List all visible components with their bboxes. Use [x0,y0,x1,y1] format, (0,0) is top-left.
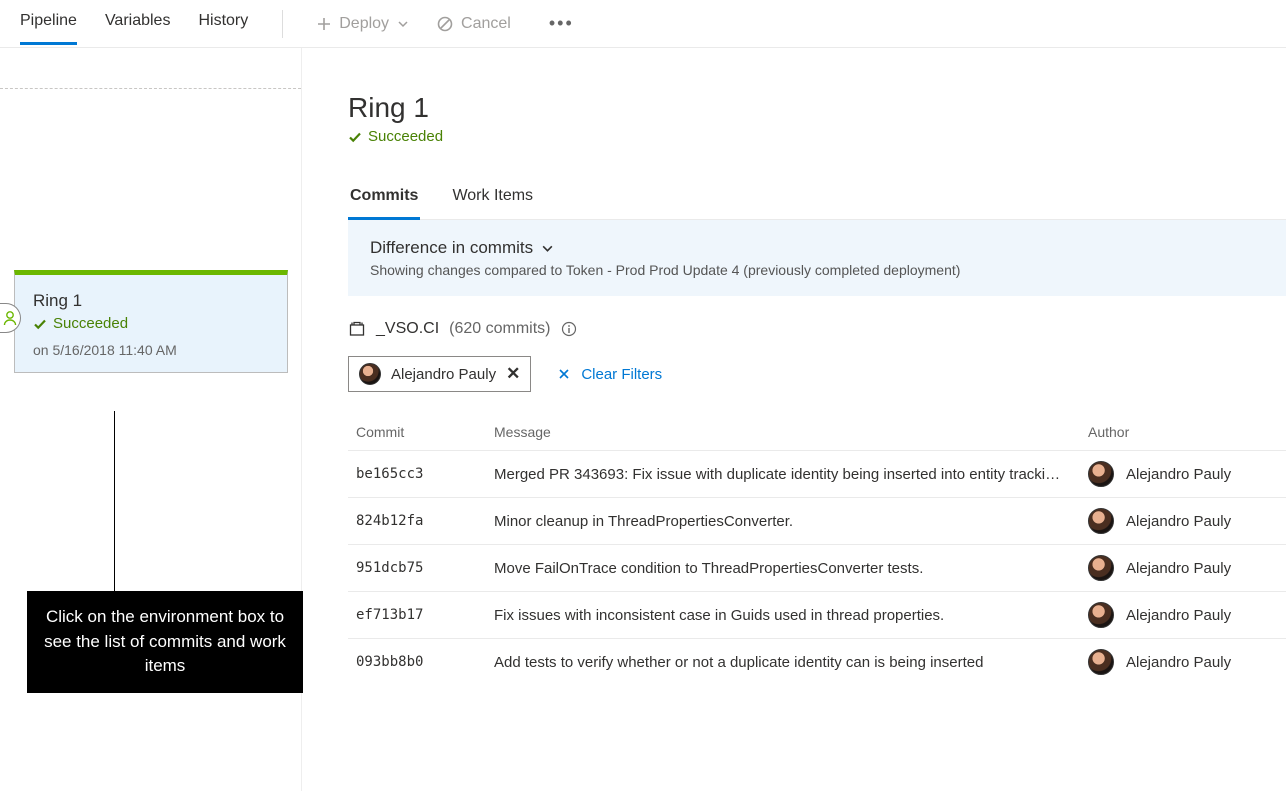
author-filter-chip[interactable]: Alejandro Pauly ✕ [348,356,531,392]
person-icon [3,310,17,326]
commit-author[interactable]: Alejandro Pauly [1088,555,1278,581]
commit-sha[interactable]: 824b12fa [356,513,494,529]
detail-title: Ring 1 [348,92,1286,124]
remove-filter-button[interactable]: ✕ [506,364,520,384]
header-message: Message [494,424,1088,440]
commit-message[interactable]: Merged PR 343693: Fix issue with duplica… [494,466,1088,483]
repo-icon [348,320,366,338]
avatar [1088,602,1114,628]
avatar [1088,649,1114,675]
table-row[interactable]: 093bb8b0Add tests to verify whether or n… [348,638,1286,685]
left-panel: Ring 1 Succeeded on 5/16/2018 11:40 AM C… [0,48,302,791]
commits-table-body: be165cc3Merged PR 343693: Fix issue with… [348,450,1286,685]
filter-bar: Alejandro Pauly ✕ Clear Filters [348,356,1286,392]
top-toolbar: Pipeline Variables History Deploy Cancel… [0,0,1286,48]
author-name: Alejandro Pauly [1126,560,1231,577]
avatar [1088,508,1114,534]
commit-message[interactable]: Move FailOnTrace condition to ThreadProp… [494,560,1088,577]
commit-author[interactable]: Alejandro Pauly [1088,649,1278,675]
close-icon [557,367,571,381]
filter-chip-label: Alejandro Pauly [391,366,496,383]
repo-line: _VSO.CI (620 commits) [348,320,1286,338]
commit-author[interactable]: Alejandro Pauly [1088,508,1278,534]
commits-table-header: Commit Message Author [348,418,1286,450]
table-row[interactable]: ef713b17Fix issues with inconsistent cas… [348,591,1286,638]
author-name: Alejandro Pauly [1126,466,1231,483]
commit-message[interactable]: Minor cleanup in ThreadPropertiesConvert… [494,513,1088,530]
commit-author[interactable]: Alejandro Pauly [1088,461,1278,487]
commit-message[interactable]: Fix issues with inconsistent case in Gui… [494,607,1088,624]
author-name: Alejandro Pauly [1126,513,1231,530]
deploy-label: Deploy [339,15,389,33]
repo-name[interactable]: _VSO.CI [376,320,439,338]
toolbar-divider [282,10,283,38]
commit-sha[interactable]: be165cc3 [356,466,494,482]
check-icon [33,317,47,331]
detail-subtabs: Commits Work Items [348,179,1286,220]
avatar [1088,461,1114,487]
diff-banner: Difference in commits Showing changes co… [348,220,1286,296]
tab-commits[interactable]: Commits [348,179,420,220]
callout-connector [114,411,115,591]
clear-filters-button[interactable]: Clear Filters [557,366,662,383]
tab-history[interactable]: History [198,2,248,45]
tab-pipeline[interactable]: Pipeline [20,2,77,45]
environment-date: on 5/16/2018 11:40 AM [33,342,269,358]
repo-commit-count: (620 commits) [449,320,550,338]
environment-status: Succeeded [33,315,269,332]
author-name: Alejandro Pauly [1126,607,1231,624]
environment-title: Ring 1 [33,291,269,311]
diff-subtitle: Showing changes compared to Token - Prod… [370,262,1264,278]
chevron-down-icon [541,242,554,255]
header-commit: Commit [356,424,494,440]
environment-card-ring1[interactable]: Ring 1 Succeeded on 5/16/2018 11:40 AM [14,270,288,373]
callout-tooltip: Click on the environment box to see the … [27,591,303,693]
diff-dropdown[interactable]: Difference in commits [370,238,1264,258]
author-name: Alejandro Pauly [1126,654,1231,671]
tab-variables[interactable]: Variables [105,2,171,45]
commit-message[interactable]: Add tests to verify whether or not a dup… [494,654,1088,671]
tab-workitems[interactable]: Work Items [450,179,535,220]
avatar [1088,555,1114,581]
table-row[interactable]: be165cc3Merged PR 343693: Fix issue with… [348,450,1286,497]
plus-icon [317,17,331,31]
commit-author[interactable]: Alejandro Pauly [1088,602,1278,628]
table-row[interactable]: 951dcb75Move FailOnTrace condition to Th… [348,544,1286,591]
detail-status-text: Succeeded [368,128,443,145]
table-row[interactable]: 824b12faMinor cleanup in ThreadPropertie… [348,497,1286,544]
deploy-button[interactable]: Deploy [317,15,409,33]
chevron-down-icon [397,18,409,30]
detail-status: Succeeded [348,128,1286,145]
diff-title-text: Difference in commits [370,238,533,258]
commit-sha[interactable]: 093bb8b0 [356,654,494,670]
header-author: Author [1088,424,1278,440]
stage-connector-line [0,88,301,89]
info-icon[interactable] [561,321,577,337]
more-actions-button[interactable]: ••• [549,13,574,34]
environment-status-text: Succeeded [53,315,128,332]
avatar [359,363,381,385]
check-icon [348,130,362,144]
commit-sha[interactable]: ef713b17 [356,607,494,623]
cancel-label: Cancel [461,15,511,33]
cancel-icon [437,16,453,32]
cancel-button[interactable]: Cancel [437,15,511,33]
clear-filters-label: Clear Filters [581,366,662,383]
commit-sha[interactable]: 951dcb75 [356,560,494,576]
detail-panel: Ring 1 Succeeded Commits Work Items Diff… [302,48,1286,791]
